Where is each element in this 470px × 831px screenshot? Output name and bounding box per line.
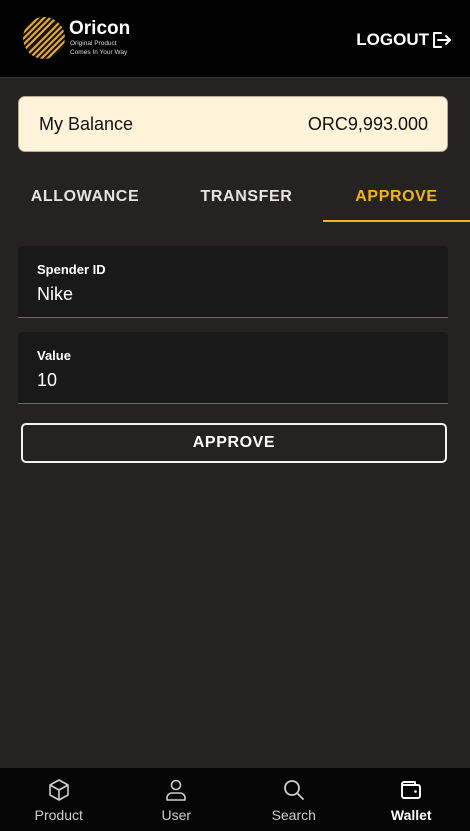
tab-transfer[interactable]: TRANSFER <box>170 172 323 222</box>
oricon-logo-icon <box>23 17 65 59</box>
wallet-tabs: ALLOWANCE TRANSFER APPROVE <box>0 172 470 222</box>
spender-id-field[interactable]: Spender ID Nike <box>18 246 448 318</box>
brand-tagline-2: Comes In Your Way <box>70 48 128 56</box>
nav-label-wallet: Wallet <box>390 807 432 823</box>
tab-approve[interactable]: APPROVE <box>323 172 470 222</box>
app-header: Oricon Original Product Comes In Your Wa… <box>0 0 470 78</box>
logout-button[interactable]: LOGOUT <box>356 30 452 50</box>
balance-card: My Balance ORC9,993.000 <box>18 96 448 152</box>
logout-icon <box>433 32 451 48</box>
bottom-nav: Product User Search Wallet <box>0 768 470 831</box>
logout-label: LOGOUT <box>356 30 429 49</box>
nav-item-search[interactable]: Search <box>235 768 353 831</box>
spender-id-input[interactable]: Nike <box>37 284 73 305</box>
brand: Oricon Original Product Comes In Your Wa… <box>69 18 130 57</box>
search-icon <box>283 780 304 800</box>
balance-label: My Balance <box>39 113 134 134</box>
cube-icon <box>48 779 69 801</box>
nav-label-search: Search <box>271 807 316 823</box>
brand-tagline-1: Original Product <box>70 40 117 47</box>
spender-id-label: Spender ID <box>37 262 106 277</box>
user-icon <box>166 779 187 801</box>
nav-label-user: User <box>161 807 192 823</box>
tab-allowance[interactable]: ALLOWANCE <box>0 172 170 222</box>
value-input[interactable]: 10 <box>37 370 57 391</box>
balance-value: ORC9,993.000 <box>307 113 428 134</box>
wallet-icon <box>401 781 422 799</box>
nav-item-product[interactable]: Product <box>0 768 118 831</box>
brand-name: Oricon <box>69 18 131 39</box>
value-field[interactable]: Value 10 <box>18 332 448 404</box>
nav-label-product: Product <box>34 807 83 823</box>
nav-item-user[interactable]: User <box>118 768 236 831</box>
nav-item-wallet[interactable]: Wallet <box>353 768 470 831</box>
approve-button[interactable]: APPROVE <box>21 423 447 463</box>
value-label: Value <box>37 348 71 363</box>
